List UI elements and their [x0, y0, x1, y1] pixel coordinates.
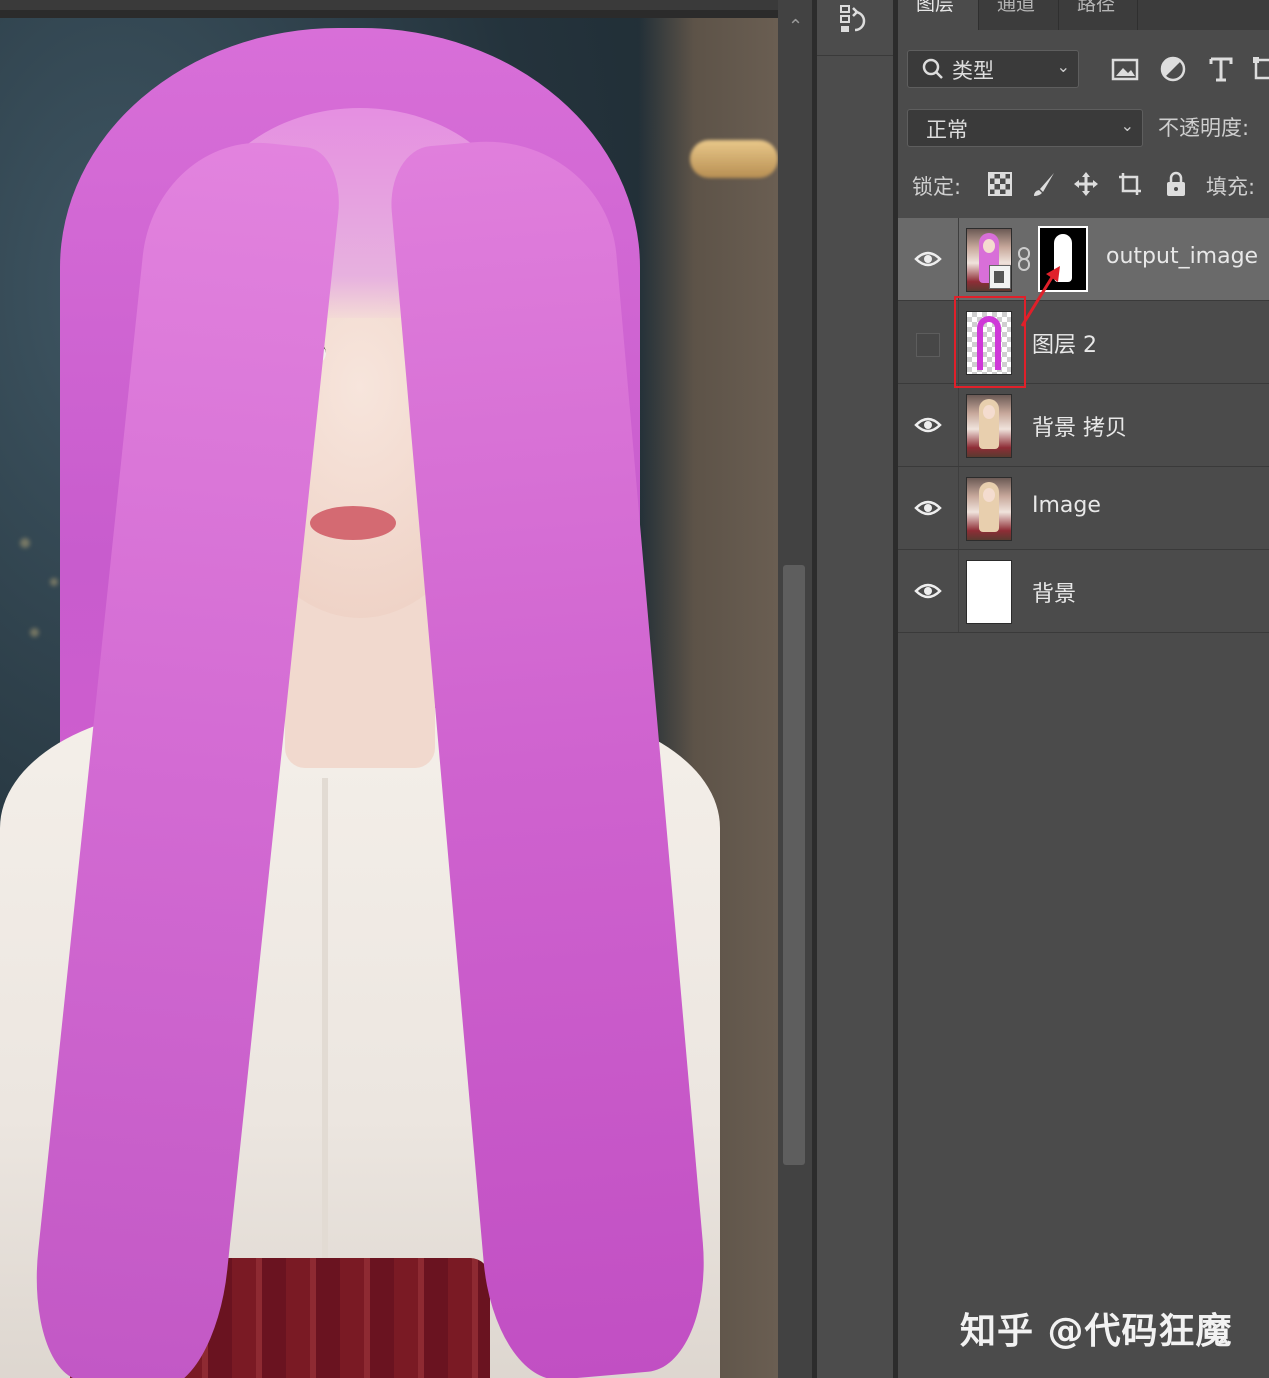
- document-canvas[interactable]: [0, 18, 778, 1378]
- layer-row[interactable]: 图层 2: [898, 301, 1269, 384]
- visibility-toggle[interactable]: [898, 384, 959, 466]
- thumbnail-hair-shape: [977, 316, 1001, 370]
- chevron-down-icon: ⌄: [1120, 116, 1134, 135]
- eye-icon: [914, 500, 942, 516]
- search-icon: [922, 58, 943, 79]
- layer-thumbnail[interactable]: [966, 311, 1012, 375]
- opacity-label: 不透明度:: [1158, 116, 1250, 140]
- lock-all-icon[interactable]: [1162, 170, 1190, 198]
- background-lamp: [690, 140, 778, 178]
- shirt-placket: [322, 778, 328, 1258]
- fill-label: 填充:: [1206, 175, 1256, 199]
- lock-transparent-icon[interactable]: [986, 170, 1014, 198]
- visibility-toggle[interactable]: [898, 301, 959, 383]
- history-panel-button[interactable]: [817, 0, 893, 56]
- blend-mode-value: 正常: [926, 118, 968, 142]
- blend-mode-dropdown[interactable]: 正常 ⌄: [907, 109, 1143, 147]
- eye-icon: [914, 583, 942, 599]
- visibility-toggle[interactable]: [898, 550, 959, 632]
- lips: [310, 506, 396, 540]
- scrollbar-thumb[interactable]: [783, 565, 805, 1165]
- layers-panel: 图层 通道 路径 类型 ⌄ 正常 ⌄ 不透明度: 锁定: 填充: output_…: [898, 0, 1269, 1378]
- chevron-down-icon: ⌄: [1056, 57, 1070, 76]
- layer-thumbnail[interactable]: [966, 394, 1012, 458]
- tab-layers[interactable]: 图层: [898, 0, 978, 30]
- lock-artboard-icon[interactable]: [1116, 170, 1144, 198]
- layer-thumbnail[interactable]: [966, 560, 1012, 624]
- lock-move-icon[interactable]: [1072, 170, 1100, 198]
- layer-row[interactable]: 背景 拷贝: [898, 384, 1269, 467]
- filter-type-label: 类型: [952, 59, 994, 83]
- hidden-visibility-box: [916, 333, 940, 357]
- layer-name: 背景: [1032, 582, 1077, 607]
- eye-icon: [914, 417, 942, 433]
- bokeh-light: [50, 578, 58, 586]
- thumbnail-face: [983, 488, 995, 502]
- lock-paint-icon[interactable]: [1030, 170, 1058, 198]
- layer-row[interactable]: output_image: [898, 218, 1269, 301]
- scroll-up-icon[interactable]: ⌃: [788, 16, 803, 37]
- vertical-scrollbar[interactable]: ⌃: [778, 0, 812, 1378]
- layer-row[interactable]: Image: [898, 467, 1269, 550]
- adjustment-filter-icon[interactable]: [1158, 54, 1188, 84]
- history-icon: [840, 5, 866, 32]
- layer-filter-dropdown[interactable]: 类型 ⌄: [907, 50, 1079, 88]
- canvas-top-strip: [0, 0, 778, 18]
- image-filter-icon[interactable]: [1110, 54, 1140, 84]
- tab-channels[interactable]: 通道: [978, 0, 1058, 30]
- bokeh-light: [30, 628, 39, 637]
- thumbnail-face: [983, 239, 995, 253]
- shape-filter-icon[interactable]: [1250, 54, 1269, 84]
- thumbnail-face: [983, 405, 995, 419]
- bokeh-light: [20, 538, 30, 548]
- type-filter-icon[interactable]: [1206, 54, 1236, 84]
- visibility-toggle[interactable]: [898, 467, 959, 549]
- panel-tabs: 图层 通道 路径: [898, 0, 1269, 30]
- layer-name: Image: [1032, 493, 1101, 518]
- layer-thumbnail[interactable]: [966, 477, 1012, 541]
- layer-name: output_image: [1106, 244, 1259, 269]
- layer-list: output_image 图层 2 背景 拷贝 Image 背景: [898, 218, 1269, 633]
- layer-row[interactable]: 背景: [898, 550, 1269, 633]
- collapsed-panel-strip: [817, 0, 893, 1378]
- visibility-toggle[interactable]: [898, 218, 959, 300]
- eye-icon: [914, 251, 942, 267]
- annotation-arrow-icon: [1020, 266, 1060, 327]
- tab-paths[interactable]: 路径: [1058, 0, 1138, 30]
- layer-name: 背景 拷贝: [1032, 416, 1127, 441]
- watermark: 知乎 @代码狂魔: [960, 1311, 1233, 1352]
- layer-thumbnail[interactable]: [966, 228, 1012, 292]
- smart-object-icon: [989, 265, 1011, 289]
- lock-label: 锁定:: [912, 175, 962, 199]
